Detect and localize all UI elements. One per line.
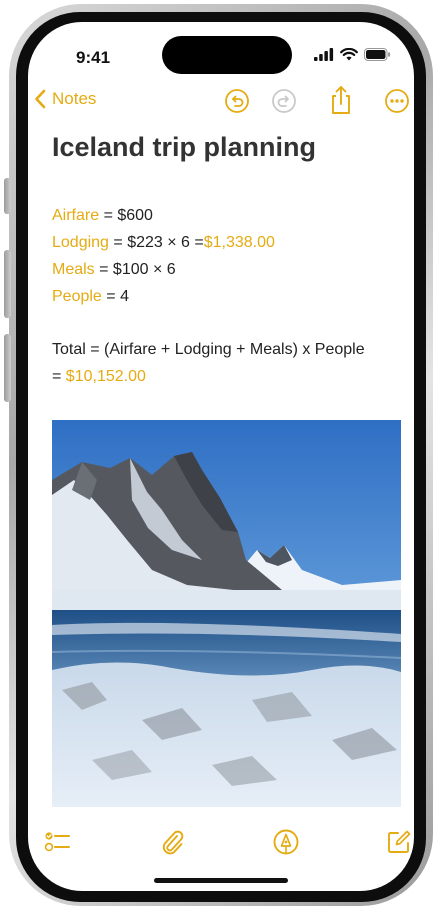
status-time: 9:41 (76, 48, 111, 67)
total-result: $10,152.00 (65, 368, 146, 385)
back-label: Notes (52, 89, 97, 108)
variable-name: People (52, 288, 102, 305)
volume-up-button (4, 250, 11, 318)
chevron-left-icon (35, 89, 46, 109)
math-line-lodging: Lodging = $223 × 6 =$1,338.00 (52, 229, 398, 256)
note-title[interactable]: Iceland trip planning (52, 132, 316, 163)
volume-down-button (4, 334, 11, 402)
undo-icon[interactable] (224, 88, 250, 114)
home-indicator[interactable] (154, 878, 288, 883)
computed-result: $1,338.00 (203, 234, 275, 251)
note-body[interactable]: Airfare = $600 Lodging = $223 × 6 =$1,33… (52, 202, 398, 390)
share-icon[interactable] (328, 85, 354, 115)
total-expression: Total = (Airfare + Lodging + Meals) x Pe… (52, 341, 365, 358)
math-line-airfare: Airfare = $600 (52, 202, 398, 229)
cellular-signal-icon (314, 48, 334, 61)
variable-name: Meals (52, 261, 95, 278)
note-photo[interactable] (52, 420, 401, 807)
dynamic-island (162, 36, 292, 74)
screen: 9:41 Notes Iceland trip planning Airfare… (28, 22, 414, 891)
math-line-people: People = 4 (52, 283, 398, 310)
math-line-meals: Meals = $100 × 6 (52, 256, 398, 283)
variable-name: Airfare (52, 207, 100, 224)
markup-pen-icon[interactable] (271, 827, 301, 857)
back-button[interactable]: Notes (34, 89, 96, 109)
expression: = $223 × 6 = (108, 234, 204, 251)
total-line: = $10,152.00 (52, 363, 398, 390)
compose-icon[interactable] (384, 827, 414, 857)
status-icons (314, 48, 391, 61)
paperclip-icon[interactable] (157, 827, 187, 857)
expression: = $100 × 6 (94, 261, 176, 278)
variable-name: Lodging (52, 234, 109, 251)
battery-icon (364, 48, 390, 61)
expression: = 4 (101, 288, 129, 305)
checklist-icon[interactable] (42, 827, 72, 857)
landscape-photo (52, 420, 401, 807)
redo-icon[interactable] (271, 88, 297, 114)
action-button (4, 178, 11, 214)
more-icon[interactable] (384, 88, 410, 114)
wifi-icon (340, 48, 358, 61)
expression: = $600 (99, 207, 153, 224)
total-prefix: = (52, 368, 66, 385)
